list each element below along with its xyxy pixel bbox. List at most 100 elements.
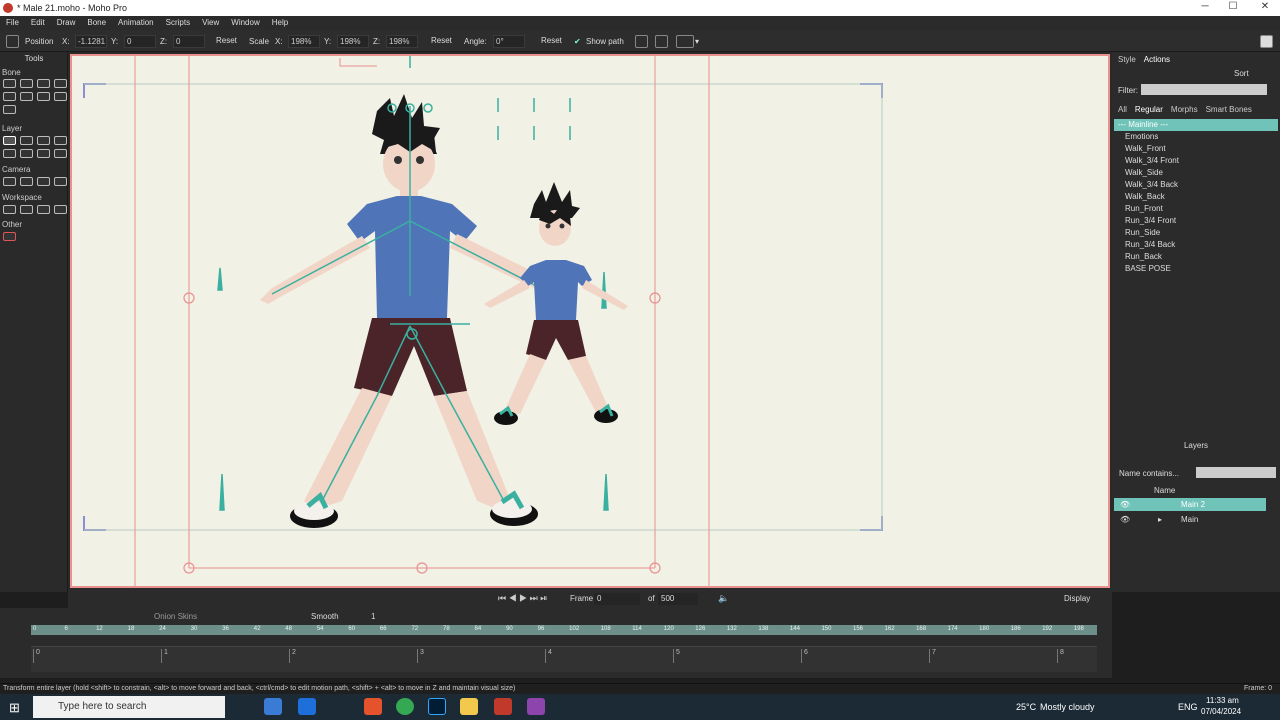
volume-icon[interactable]: 🔈 — [718, 593, 729, 604]
transform-bone-icon[interactable] — [20, 79, 33, 88]
action-item[interactable]: --- Mainline --- — [1114, 119, 1278, 131]
particle-layer-icon[interactable] — [3, 149, 16, 158]
clock-time[interactable]: 11:33 am — [1206, 696, 1239, 705]
rotate-workspace-icon[interactable] — [37, 205, 50, 214]
bind-layer-icon[interactable] — [37, 92, 50, 101]
expand-icon[interactable]: ▸ — [1158, 513, 1162, 526]
eye-icon[interactable]: 👁 — [1120, 498, 1130, 511]
tab-style[interactable]: Style — [1118, 55, 1136, 64]
menu-scripts[interactable]: Scripts — [160, 16, 196, 30]
angle-field[interactable]: 0° — [493, 35, 525, 48]
menu-draw[interactable]: Draw — [51, 16, 82, 30]
photoshop-icon[interactable] — [428, 698, 446, 715]
action-item[interactable]: Run_3/4 Back — [1114, 239, 1278, 251]
action-item[interactable]: Walk_Side — [1114, 167, 1278, 179]
rotate-layer-icon[interactable] — [37, 136, 50, 145]
layer-filter-input[interactable] — [1196, 467, 1276, 478]
bone-strength-icon[interactable] — [3, 92, 16, 101]
menu-help[interactable]: Help — [266, 16, 294, 30]
script-tool-icon[interactable] — [3, 232, 16, 241]
interpolation-dropdown[interactable]: Smooth — [311, 612, 339, 621]
switch-layer-icon[interactable] — [54, 136, 67, 145]
taskbar-search[interactable]: Type here to search — [33, 696, 225, 718]
action-item[interactable]: Run_Back — [1114, 251, 1278, 263]
moho-icon[interactable] — [494, 698, 512, 715]
position-y-field[interactable]: 0 — [124, 35, 156, 48]
reset-position-button[interactable]: Reset — [212, 35, 241, 48]
display-dropdown[interactable]: Display — [1064, 594, 1090, 603]
manipulate-bones-icon[interactable] — [20, 92, 33, 101]
flip-v-icon[interactable] — [655, 35, 668, 48]
eyedropper-icon[interactable] — [54, 149, 67, 158]
menu-bone[interactable]: Bone — [81, 16, 112, 30]
onion-skins-dropdown[interactable]: Onion Skins — [154, 612, 197, 621]
position-x-field[interactable]: -1.1281 — [75, 35, 107, 48]
layer-row[interactable]: 👁 ▸ Main — [1114, 513, 1266, 526]
total-frames-field[interactable]: 500 — [658, 593, 698, 605]
mail-icon[interactable] — [298, 698, 316, 715]
timeline-track[interactable]: 0 1 2 3 4 5 6 7 8 — [31, 646, 1097, 672]
scale-y-field[interactable]: 198% — [337, 35, 369, 48]
chrome-icon[interactable] — [396, 698, 414, 715]
orbit-workspace-icon[interactable] — [54, 205, 67, 214]
weather-desc[interactable]: Mostly cloudy — [1040, 702, 1095, 712]
pan-tilt-camera-icon[interactable] — [54, 177, 67, 186]
filter-input[interactable] — [1141, 84, 1267, 95]
reparent-bone-icon[interactable] — [54, 79, 67, 88]
show-path-checkbox-icon[interactable]: ✔ — [574, 37, 581, 46]
add-bone-icon[interactable] — [37, 79, 50, 88]
action-item[interactable]: Walk_Back — [1114, 191, 1278, 203]
close-button[interactable]: ✕ — [1250, 1, 1280, 12]
brave-icon[interactable] — [364, 698, 382, 715]
menu-window[interactable]: Window — [225, 16, 265, 30]
action-item[interactable]: Walk_3/4 Front — [1114, 155, 1278, 167]
subtab-smart-bones[interactable]: Smart Bones — [1206, 105, 1252, 114]
menu-view[interactable]: View — [196, 16, 225, 30]
action-item[interactable]: Run_Front — [1114, 203, 1278, 215]
flip-h-icon[interactable] — [635, 35, 648, 48]
frame-ruler[interactable]: 0 6 12 18 24 30 36 42 48 54 60 66 72 78 84 90 96 102 108 11… — [31, 625, 1097, 635]
eye-icon[interactable]: 👁 — [1120, 513, 1130, 526]
sort-label[interactable]: Sort — [1234, 69, 1249, 78]
action-item[interactable]: BASE POSE — [1114, 263, 1278, 275]
zoom-icon[interactable] — [20, 205, 33, 214]
store-icon[interactable] — [264, 698, 282, 715]
scale-z-field[interactable]: 198% — [386, 35, 418, 48]
frame-field[interactable]: 0 — [594, 593, 640, 605]
bind-points-icon[interactable] — [54, 92, 67, 101]
interval-field[interactable]: 1 — [371, 612, 375, 621]
roll-camera-icon[interactable] — [37, 177, 50, 186]
track-camera-icon[interactable] — [3, 177, 16, 186]
panel-toggle-icon[interactable] — [1260, 35, 1273, 48]
action-item[interactable]: Walk_Front — [1114, 143, 1278, 155]
tab-actions[interactable]: Actions — [1144, 55, 1170, 64]
file-explorer-icon[interactable] — [460, 698, 478, 715]
maximize-button[interactable]: ☐ — [1218, 1, 1248, 12]
zoom-camera-icon[interactable] — [20, 177, 33, 186]
action-item[interactable]: Run_Side — [1114, 227, 1278, 239]
action-item[interactable]: Run_3/4 Front — [1114, 215, 1278, 227]
layer-trick-icon[interactable] — [20, 149, 33, 158]
start-icon[interactable]: ⊞ — [9, 700, 20, 716]
set-origin-icon[interactable] — [20, 136, 33, 145]
action-item[interactable]: Walk_3/4 Back — [1114, 179, 1278, 191]
subtab-regular[interactable]: Regular — [1135, 105, 1163, 114]
offset-bone-icon[interactable] — [3, 105, 16, 114]
playback-controls[interactable]: ⏮ ◀ ▶ ⏭ ⏯ — [498, 593, 547, 604]
menu-animation[interactable]: Animation — [112, 16, 160, 30]
layer-row[interactable]: 👁 Main 2 — [1114, 498, 1266, 511]
minimize-button[interactable]: ─ — [1190, 1, 1220, 12]
clock-date[interactable]: 07/04/2024 — [1201, 707, 1241, 716]
select-bone-icon[interactable] — [3, 79, 16, 88]
position-z-field[interactable]: 0 — [173, 35, 205, 48]
transform-layer-tool-icon[interactable] — [3, 136, 16, 145]
reset-scale-button[interactable]: Reset — [427, 35, 456, 48]
subtab-morphs[interactable]: Morphs — [1171, 105, 1198, 114]
layer-filter-dropdown[interactable]: Name contains... — [1119, 469, 1179, 478]
chevron-down-icon[interactable]: ▾ — [695, 37, 699, 46]
menu-edit[interactable]: Edit — [25, 16, 51, 30]
weather-temp[interactable]: 25°C — [1016, 702, 1036, 712]
pan-hand-icon[interactable] — [3, 205, 16, 214]
scale-x-field[interactable]: 198% — [288, 35, 320, 48]
pivot-icon[interactable] — [676, 35, 694, 48]
